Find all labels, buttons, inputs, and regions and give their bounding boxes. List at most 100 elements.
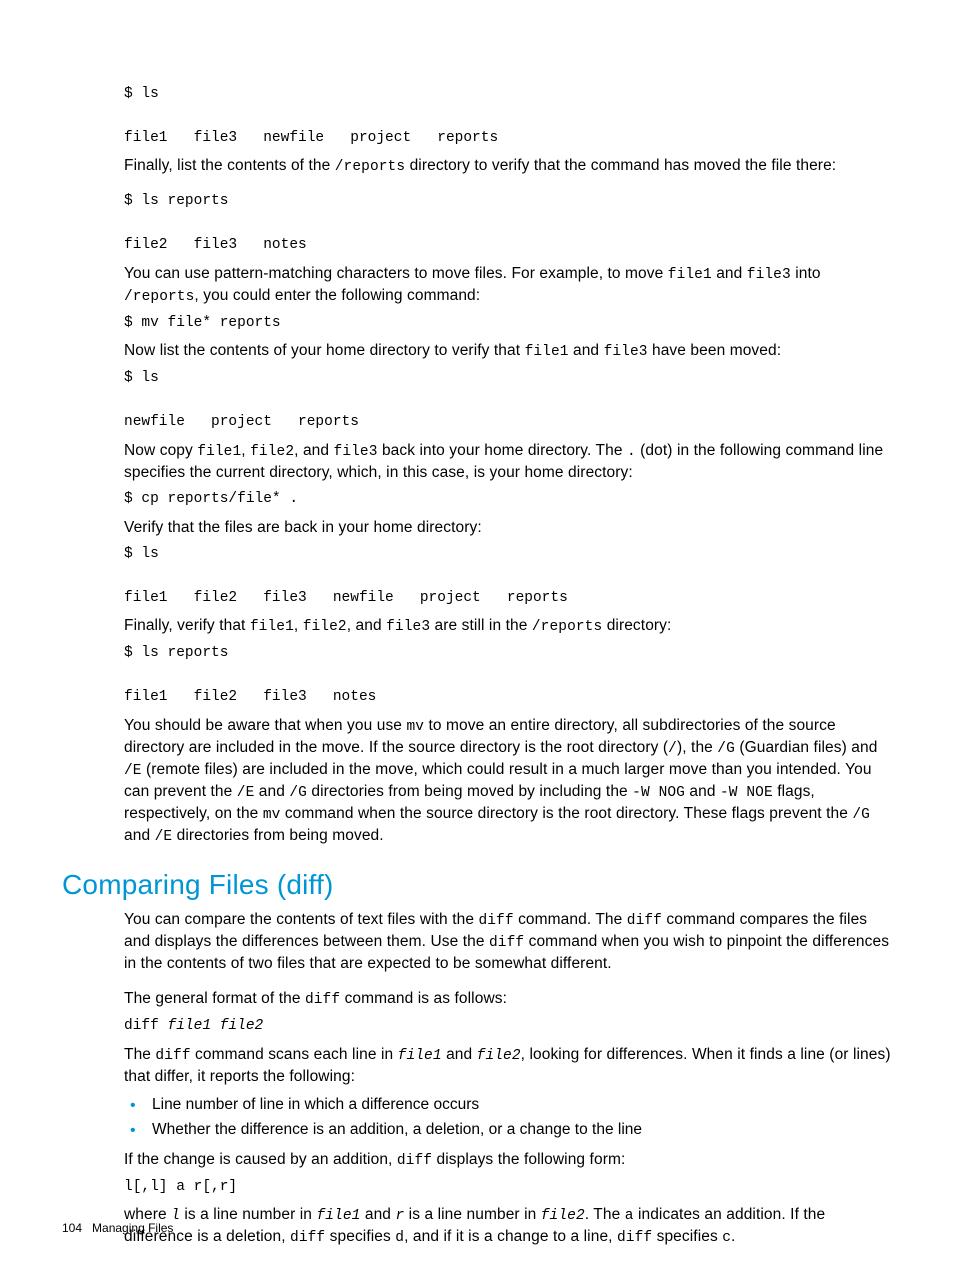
inline-code: file2 xyxy=(303,619,347,635)
body-text: Now copy file1, file2, and file3 back in… xyxy=(124,440,892,483)
code-block: $ cp reports/file* . xyxy=(124,489,892,511)
text: You should be aware that when you use xyxy=(124,717,406,734)
text: (Guardian files) and xyxy=(735,739,878,756)
text: and xyxy=(685,783,720,800)
body-text: You should be aware that when you use mv… xyxy=(124,715,892,847)
section-heading: Comparing Files (diff) xyxy=(62,869,892,901)
inline-code: file3 xyxy=(604,344,648,360)
code-block: $ ls newfile project reports xyxy=(124,368,892,433)
body-text: where l is a line number in file1 and r … xyxy=(124,1204,892,1248)
inline-code: file3 xyxy=(334,444,378,460)
text: Now list the contents of your home direc… xyxy=(124,342,525,359)
body-text: Finally, list the contents of the /repor… xyxy=(124,155,892,177)
inline-code: d xyxy=(395,1230,404,1246)
code-block: $ ls reports file1 file2 file3 notes xyxy=(124,643,892,708)
body-text: Verify that the files are back in your h… xyxy=(124,517,892,538)
inline-code: /reports xyxy=(335,159,405,175)
text: command when the source directory is the… xyxy=(280,805,852,822)
text: The xyxy=(124,1046,155,1063)
inline-code: mv xyxy=(263,807,281,823)
code-block: $ ls reports file2 file3 notes xyxy=(124,191,892,256)
text: , you could enter the following command: xyxy=(194,287,480,304)
body-text: Finally, verify that file1, file2, and f… xyxy=(124,615,892,637)
inline-code: file1 xyxy=(668,267,712,283)
text: and xyxy=(360,1206,395,1223)
text: directory: xyxy=(602,617,671,634)
code-block: $ mv file* reports xyxy=(124,313,892,335)
inline-code: file3 xyxy=(747,267,791,283)
inline-code: /reports xyxy=(124,289,194,305)
text: , and xyxy=(347,617,386,634)
text: command is as follows: xyxy=(340,990,507,1007)
inline-code: diff xyxy=(478,913,513,929)
text: into xyxy=(791,265,821,282)
text: , and xyxy=(294,442,333,459)
body-text: Now list the contents of your home direc… xyxy=(124,340,892,362)
inline-code: /G xyxy=(289,785,307,801)
inline-code: /G xyxy=(717,741,735,757)
inline-code: /E xyxy=(155,829,173,845)
inline-code: diff xyxy=(290,1230,325,1246)
text: The general format of the xyxy=(124,990,305,1007)
inline-code: -W NOG xyxy=(632,785,685,801)
text: and xyxy=(124,827,155,844)
text: Now copy xyxy=(124,442,197,459)
text: are still in the xyxy=(430,617,532,634)
inline-code: a xyxy=(625,1208,634,1224)
text: and xyxy=(254,783,289,800)
text: , xyxy=(294,617,303,634)
inline-code: /reports xyxy=(532,619,602,635)
text: . The xyxy=(585,1206,625,1223)
text: command. The xyxy=(514,911,627,928)
inline-code: diff xyxy=(489,935,524,951)
text: is a line number in xyxy=(180,1206,317,1223)
text: , and if it is a change to a line, xyxy=(404,1228,617,1245)
inline-code: /E xyxy=(237,785,255,801)
inline-code: diff xyxy=(627,913,662,929)
inline-code: /E xyxy=(124,763,142,779)
list-item: Whether the difference is an addition, a… xyxy=(124,1118,892,1143)
body-text: You can use pattern-matching characters … xyxy=(124,263,892,307)
inline-code-arg: file1 xyxy=(398,1048,442,1064)
text: Finally, list the contents of the xyxy=(124,157,335,174)
inline-code: /G xyxy=(852,807,870,823)
text: command scans each line in xyxy=(191,1046,398,1063)
code-literal: diff xyxy=(124,1018,168,1034)
inline-code: file3 xyxy=(386,619,430,635)
inline-code-arg: file2 xyxy=(477,1048,521,1064)
page-footer: 104Managing Files xyxy=(62,1221,173,1235)
text: , xyxy=(241,442,250,459)
code-block: $ ls file1 file2 file3 newfile project r… xyxy=(124,544,892,609)
text: Finally, verify that xyxy=(124,617,250,634)
inline-code-arg: r xyxy=(395,1208,404,1224)
text: and xyxy=(442,1046,477,1063)
text: back into your home directory. The xyxy=(378,442,627,459)
inline-code: diff xyxy=(617,1230,652,1246)
text: have been moved: xyxy=(648,342,782,359)
body-text: You can compare the contents of text fil… xyxy=(124,909,892,974)
page-title: Managing Files xyxy=(92,1221,173,1235)
text: directory to verify that the command has… xyxy=(405,157,836,174)
text: specifies xyxy=(325,1228,395,1245)
inline-code: file1 xyxy=(197,444,241,460)
inline-code: file1 xyxy=(525,344,569,360)
text: and xyxy=(712,265,747,282)
text: You can use pattern-matching characters … xyxy=(124,265,668,282)
text: directories from being moved by includin… xyxy=(307,783,632,800)
text: specifies xyxy=(652,1228,722,1245)
inline-code-arg: file2 xyxy=(541,1208,585,1224)
inline-code: diff xyxy=(155,1048,190,1064)
inline-code: file1 xyxy=(250,619,294,635)
inline-code: file2 xyxy=(250,444,294,460)
inline-code: diff xyxy=(397,1153,432,1169)
text: If the change is caused by an addition, xyxy=(124,1151,397,1168)
code-arg: file1 file2 xyxy=(168,1018,264,1034)
inline-code: . xyxy=(627,444,636,460)
body-text: The diff command scans each line in file… xyxy=(124,1044,892,1087)
body-text: The general format of the diff command i… xyxy=(124,988,892,1010)
body-text: If the change is caused by an addition, … xyxy=(124,1149,892,1171)
code-block: diff file1 file2 xyxy=(124,1016,892,1038)
inline-code: / xyxy=(668,741,677,757)
text: is a line number in xyxy=(404,1206,541,1223)
inline-code: mv xyxy=(406,719,424,735)
